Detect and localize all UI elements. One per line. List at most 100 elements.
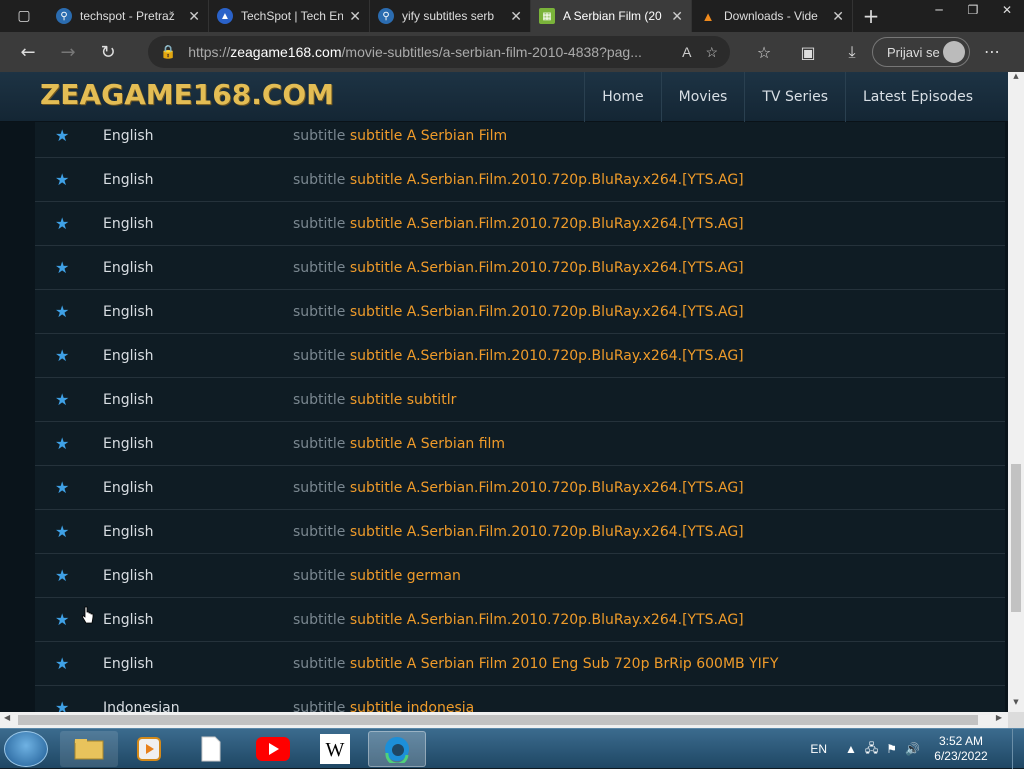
input-language[interactable]: EN [810,742,827,756]
subtitle-link[interactable]: subtitle A.Serbian.Film.2010.720p.BluRay… [350,480,744,496]
subtitle-link[interactable]: subtitle subtitlr [350,392,456,408]
tab-0[interactable]: ⚲ techspot - Pretraž ✕ [48,0,209,32]
show-hidden-icons-icon[interactable]: ▲ [845,742,857,756]
vertical-scroll-thumb[interactable] [1011,464,1021,612]
refresh-icon[interactable]: ↻ [88,32,128,72]
action-center-icon[interactable]: ⚑ [886,742,897,756]
tab-1[interactable]: ▲ TechSpot | Tech En ✕ [209,0,370,32]
edge-taskbar-icon[interactable] [368,731,426,767]
tab-title: yify subtitles serb [402,9,495,23]
scroll-down-icon[interactable]: ▼ [1008,698,1024,712]
back-icon[interactable]: ← [8,32,48,72]
subtitle-link[interactable]: subtitle A Serbian film [350,436,505,452]
star-icon: ★ [55,390,70,409]
subtitle-entry: subtitle subtitle A.Serbian.Film.2010.72… [293,612,744,628]
nav-tv-series[interactable]: TV Series [744,72,845,122]
scroll-right-icon[interactable]: ▶ [996,713,1002,722]
close-tab-icon[interactable]: ✕ [349,8,361,25]
subtitle-link[interactable]: subtitle indonesia [350,700,474,713]
subtitle-prefix: subtitle [293,567,346,584]
subtitle-language: English [103,655,154,672]
horizontal-scroll-thumb[interactable] [18,715,978,725]
subtitle-link[interactable]: subtitle A.Serbian.Film.2010.720p.BluRay… [350,304,744,320]
signin-label: Prijavi se [887,44,940,60]
close-tab-icon[interactable]: ✕ [832,8,844,25]
subtitle-link[interactable]: subtitle A.Serbian.Film.2010.720p.BluRay… [350,260,744,276]
close-tab-icon[interactable]: ✕ [671,8,683,25]
nav-movies[interactable]: Movies [660,72,745,122]
lock-icon[interactable]: 🔒 [160,44,176,60]
close-window-icon[interactable]: ✕ [990,0,1024,20]
subtitle-language: English [103,171,154,188]
star-icon: ★ [55,346,70,365]
search-icon: ⚲ [378,8,394,24]
scroll-left-icon[interactable]: ◀ [4,713,10,722]
downloads-icon[interactable]: ⤓ [830,42,874,62]
subtitle-link[interactable]: subtitle german [350,568,461,584]
url-text[interactable]: https://zeagame168.com/movie-subtitles/a… [188,44,668,60]
subtitle-entry: subtitle subtitle A Serbian film [293,436,505,452]
scroll-up-icon[interactable]: ▲ [1008,72,1024,86]
network-icon[interactable]: 🖧 [865,739,878,760]
nav-home[interactable]: Home [584,72,660,122]
tab-2[interactable]: ⚲ yify subtitles serb ✕ [370,0,531,32]
subtitle-link[interactable]: subtitle A Serbian Film 2010 Eng Sub 720… [350,656,778,672]
media-player-taskbar-icon[interactable] [120,731,178,767]
youtube-taskbar-icon[interactable] [244,731,302,767]
tab-title: Downloads - Vide [724,9,818,23]
subtitle-link[interactable]: subtitle A.Serbian.Film.2010.720p.BluRay… [350,172,744,188]
subtitle-prefix: subtitle [293,391,346,408]
subtitle-prefix: subtitle [293,479,346,496]
url-prefix: https:// [188,44,231,60]
start-button[interactable] [4,731,48,767]
youtube-icon [256,737,290,761]
subtitle-language: English [103,523,154,540]
subtitle-entry: subtitle subtitle subtitlr [293,392,456,408]
explorer-taskbar-icon[interactable] [60,731,118,767]
favorite-add-icon[interactable]: ☆ [705,44,718,61]
signin-button[interactable]: Prijavi se [872,37,970,67]
tab-3[interactable]: ▦ A Serbian Film (20 ✕ [531,0,692,32]
subtitle-prefix: subtitle [293,347,346,364]
subtitle-prefix: subtitle [293,611,346,628]
subtitle-language: English [103,567,154,584]
address-bar[interactable]: 🔒 https://zeagame168.com/movie-subtitles… [148,36,730,68]
subtitle-prefix: subtitle [293,171,346,188]
subtitle-link[interactable]: subtitle A.Serbian.Film.2010.720p.BluRay… [350,348,744,364]
subtitle-row: ★ English subtitle subtitle A.Serbian.Film… [35,246,1005,290]
read-aloud-icon[interactable]: A [682,44,691,60]
site-header: ZEAGAME168.COM Home Movies TV Series Lat… [0,72,1008,122]
document-icon [201,736,221,762]
restore-icon[interactable]: ❐ [956,0,990,20]
forward-icon[interactable]: → [48,32,88,72]
close-tab-icon[interactable]: ✕ [188,8,200,25]
clock-date: 6/23/2022 [934,749,988,763]
tab-4[interactable]: ▲ Downloads - Vide ✕ [692,0,853,32]
tab-actions-icon[interactable]: ▢ [0,0,48,32]
subtitle-link[interactable]: subtitle A.Serbian.Film.2010.720p.BluRay… [350,612,744,628]
subtitle-prefix: subtitle [293,699,346,713]
subtitle-link[interactable]: subtitle A.Serbian.Film.2010.720p.BluRay… [350,524,744,540]
show-desktop-button[interactable] [1012,729,1024,769]
close-tab-icon[interactable]: ✕ [510,8,522,25]
new-tab-button[interactable]: + [853,4,889,28]
site-logo[interactable]: ZEAGAME168.COM [40,78,334,111]
subtitle-link[interactable]: subtitle A.Serbian.Film.2010.720p.BluRay… [350,216,744,232]
subtitle-row: ★ English subtitle subtitle A.Serbian.Film… [35,290,1005,334]
wikipedia-taskbar-icon[interactable]: W [306,731,364,767]
notepad-taskbar-icon[interactable] [182,731,240,767]
subtitle-row: ★ English subtitle subtitle subtitlr [35,378,1005,422]
more-menu-icon[interactable]: ⋯ [984,42,1000,61]
volume-icon[interactable]: 🔊 [905,742,920,756]
horizontal-scrollbar[interactable]: ◀ ▶ [0,712,1008,728]
subtitle-entry: subtitle subtitle A.Serbian.Film.2010.72… [293,216,744,232]
clock[interactable]: 3:52 AM 6/23/2022 [928,734,994,764]
vertical-scrollbar[interactable]: ▲ ▼ [1008,72,1024,712]
subtitle-language: English [103,611,154,628]
subtitle-prefix: subtitle [293,435,346,452]
favorites-icon[interactable]: ☆ [742,43,786,62]
nav-latest-episodes[interactable]: Latest Episodes [845,72,990,122]
collections-icon[interactable]: ▣ [786,43,830,62]
minimize-icon[interactable]: ─ [922,0,956,20]
subtitle-link[interactable]: subtitle A Serbian Film [350,128,507,144]
